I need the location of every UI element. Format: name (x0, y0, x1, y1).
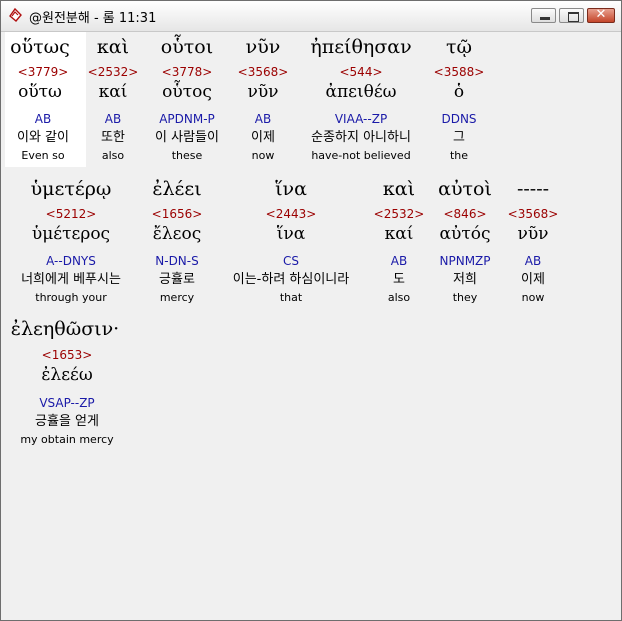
greek-word: τῷ (445, 36, 473, 58)
lemma: καί (98, 82, 128, 102)
greek-word: καὶ (96, 36, 130, 58)
maximize-button[interactable] (559, 8, 584, 23)
english-gloss: through your (35, 291, 107, 304)
minimize-button[interactable] (531, 8, 556, 23)
parsing-code: VSAP--ZP (39, 396, 95, 410)
bible-book-icon (9, 7, 22, 22)
strong-number: <3568> (507, 207, 559, 221)
strong-number: <2532> (87, 65, 139, 79)
korean-gloss: 이와 같이 (17, 130, 69, 145)
english-gloss: Even so (21, 149, 65, 162)
greek-word: καὶ (382, 178, 416, 200)
english-gloss: have-not believed (311, 149, 411, 162)
strong-number: <544> (339, 65, 383, 79)
korean-gloss: 너희에게 베푸시는 (21, 272, 121, 287)
english-gloss: that (279, 291, 303, 304)
korean-gloss: 긍휼로 (159, 272, 195, 287)
window-title: @원전분해 - 롬 11:31 (29, 11, 157, 26)
greek-word: οὕτως (10, 36, 70, 58)
strong-number: <5212> (45, 207, 97, 221)
parsing-code: AB (104, 112, 122, 126)
close-button[interactable]: ✕ (587, 7, 615, 23)
lemma: ὁ (453, 82, 465, 102)
strong-number: <3588> (433, 65, 485, 79)
lemma: ἐλεέω (41, 365, 93, 385)
strong-number: <2443> (265, 207, 317, 221)
english-gloss: also (387, 291, 411, 304)
lemma: ἀπειθέω (325, 82, 397, 102)
english-gloss: they (452, 291, 478, 304)
greek-word: ἵνα (275, 178, 307, 200)
english-gloss: now (251, 149, 275, 162)
minimize-icon (540, 17, 550, 20)
word-analysis-panel: οὕτως <3779> οὕτω AB 이와 같이 Even so καὶ <… (5, 32, 617, 616)
maximize-icon (568, 12, 579, 22)
lemma: νῦν (247, 82, 279, 102)
parsing-code: AB (524, 254, 542, 268)
strong-number: <3779> (17, 65, 69, 79)
english-gloss: the (449, 149, 469, 162)
strong-number: <2532> (373, 207, 425, 221)
english-gloss: mercy (159, 291, 195, 304)
parsing-code: AB (254, 112, 272, 126)
strong-number: <3778> (161, 65, 213, 79)
english-gloss: these (171, 149, 203, 162)
parsing-code: CS (283, 254, 299, 268)
korean-gloss: 이는-하려 하심이니라 (232, 272, 350, 287)
english-gloss: my obtain mercy (20, 433, 114, 446)
korean-gloss: 또한 (101, 130, 125, 145)
lemma: ὑμέτερος (31, 224, 111, 244)
korean-gloss: 이제 (251, 130, 275, 145)
strong-number: <846> (443, 207, 487, 221)
parsing-code: A--DNYS (46, 254, 96, 268)
korean-gloss: 이제 (521, 272, 545, 287)
title-bar[interactable]: @원전분해 - 롬 11:31 ✕ (1, 1, 621, 32)
korean-gloss: 저희 (453, 272, 477, 287)
lemma: ἵνα (276, 224, 306, 244)
greek-word: νῦν (245, 36, 281, 58)
lemma: νῦν (517, 224, 549, 244)
strong-number: <1653> (41, 348, 93, 362)
parsing-code: VIAA--ZP (334, 112, 388, 126)
korean-gloss: 도 (393, 272, 405, 287)
greek-word: αὐτοὶ (438, 178, 492, 200)
english-gloss: also (101, 149, 125, 162)
greek-word: ἐλεηθῶσιν· (10, 318, 120, 340)
korean-gloss: 그 (453, 130, 465, 145)
lemma: καί (384, 224, 414, 244)
greek-word: ----- (516, 178, 550, 200)
greek-word: ἐλέει (152, 178, 202, 200)
parsing-code: AB (390, 254, 408, 268)
parsing-code: N-DN-S (155, 254, 199, 268)
app-window: @원전분해 - 롬 11:31 ✕ οὕτως <3779> οὕτω AB 이… (0, 0, 622, 621)
english-gloss: now (521, 291, 545, 304)
greek-word: ἠπείθησαν (310, 36, 412, 58)
korean-gloss: 순종하지 아니하니 (311, 130, 411, 145)
lemma: οὕτω (18, 82, 62, 102)
korean-gloss: 긍휼을 얻게 (35, 414, 99, 429)
close-icon: ✕ (595, 7, 607, 22)
lemma: οὗτος (162, 82, 212, 102)
parsing-code: APDNM-P (159, 112, 215, 126)
parsing-code: DDNS (441, 112, 477, 126)
greek-word: οὗτοι (160, 36, 214, 58)
parsing-code: NPNMZP (439, 254, 491, 268)
lemma: ἔλεος (152, 224, 202, 244)
strong-number: <1656> (151, 207, 203, 221)
strong-number: <3568> (237, 65, 289, 79)
greek-word: ὑμετέρῳ (30, 178, 112, 200)
korean-gloss: 이 사람들이 (155, 130, 219, 145)
lemma: αὐτός (439, 224, 491, 244)
parsing-code: AB (34, 112, 52, 126)
